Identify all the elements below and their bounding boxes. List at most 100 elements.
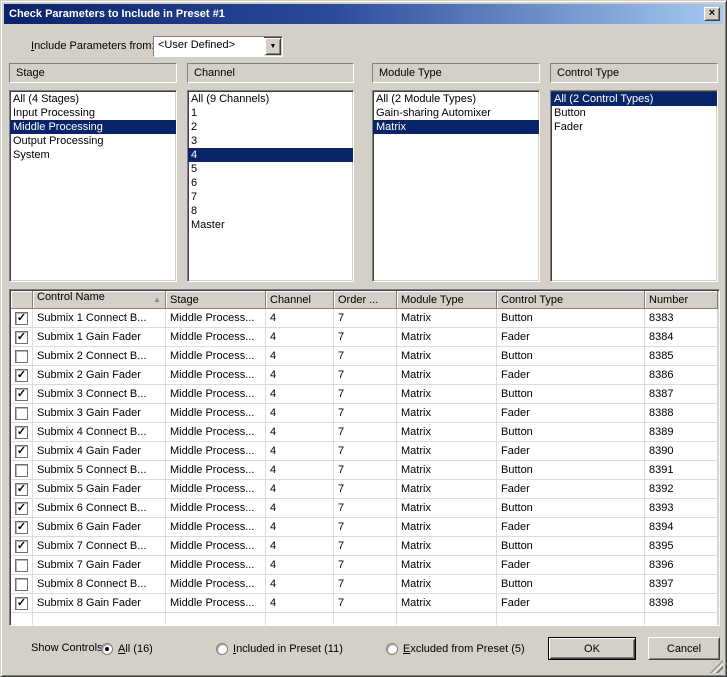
table-row[interactable]: Submix 8 Connect B... Middle Process... 4 7… xyxy=(11,575,718,594)
checkbox-unchecked-icon[interactable] xyxy=(15,577,28,591)
checkbox-cell[interactable]: ✓ xyxy=(11,518,33,537)
table-cell: Button xyxy=(497,385,645,404)
radio-included-in-preset[interactable]: Included in Preset (11) xyxy=(216,637,343,660)
checkbox-checked-icon[interactable]: ✓ xyxy=(15,596,28,610)
table-row[interactable]: ✓ Submix 7 Connect B... Middle Process... 4… xyxy=(11,537,718,556)
close-button[interactable]: × xyxy=(704,7,720,21)
column-header-control-name[interactable]: ▲ Control Name xyxy=(33,291,166,309)
list-item[interactable]: All (4 Stages) xyxy=(10,92,176,106)
checkbox-cell[interactable]: ✓ xyxy=(11,442,33,461)
checkbox-cell[interactable] xyxy=(11,461,33,480)
checkbox-checked-icon[interactable]: ✓ xyxy=(15,444,28,458)
list-item[interactable]: 6 xyxy=(188,176,353,190)
checkbox-cell[interactable]: ✓ xyxy=(11,423,33,442)
checkbox-checked-icon[interactable]: ✓ xyxy=(15,311,28,325)
table-row[interactable]: ✓ Submix 4 Gain Fader Middle Process... 4 7 M… xyxy=(11,442,718,461)
list-item[interactable]: 2 xyxy=(188,120,353,134)
table-cell: Fader xyxy=(497,404,645,423)
checkbox-unchecked-icon[interactable] xyxy=(15,406,28,420)
table-row[interactable]: ✓ Submix 6 Gain Fader Middle Process... 4 7 M… xyxy=(11,518,718,537)
checkbox-checked-icon[interactable]: ✓ xyxy=(15,387,28,401)
checkbox-unchecked-icon[interactable] xyxy=(15,558,28,572)
list-item[interactable]: 8 xyxy=(188,204,353,218)
checkbox-cell[interactable] xyxy=(11,347,33,366)
checkbox-unchecked-icon[interactable] xyxy=(15,463,28,477)
table-row[interactable]: Submix 2 Connect B... Middle Process... 4 7… xyxy=(11,347,718,366)
module-type-listbox[interactable]: All (2 Module Types) Gain-sharing Automix… xyxy=(372,90,540,282)
column-header-number[interactable]: Number xyxy=(645,291,718,309)
table-cell: Matrix xyxy=(397,575,497,594)
control-type-listbox[interactable]: All (2 Control Types) Button Fader xyxy=(550,90,718,282)
radio-button-icon[interactable] xyxy=(216,642,228,655)
radio-all[interactable]: All (16) xyxy=(101,637,153,660)
list-item[interactable]: System xyxy=(10,148,176,162)
table-row[interactable]: ✓ Submix 8 Gain Fader Middle Process... 4 7 M… xyxy=(11,594,718,613)
table-row[interactable]: ✓ Submix 4 Connect B... Middle Process... 4… xyxy=(11,423,718,442)
checkbox-cell[interactable] xyxy=(11,575,33,594)
checkbox-cell[interactable] xyxy=(11,404,33,423)
checkbox-cell[interactable]: ✓ xyxy=(11,480,33,499)
list-item[interactable]: Matrix xyxy=(373,120,539,134)
column-header-control-type[interactable]: Control Type xyxy=(497,291,645,309)
list-item[interactable]: Input Processing xyxy=(10,106,176,120)
stage-listbox[interactable]: All (4 Stages) Input Processing Middle Pro… xyxy=(9,90,177,282)
checkbox-checked-icon[interactable]: ✓ xyxy=(15,539,28,553)
table-row[interactable]: ✓ Submix 3 Connect B... Middle Process... 4… xyxy=(11,385,718,404)
list-item[interactable]: Gain-sharing Automixer xyxy=(373,106,539,120)
checkbox-checked-icon[interactable]: ✓ xyxy=(15,520,28,534)
radio-button-icon[interactable] xyxy=(101,642,113,655)
list-item[interactable]: All (2 Module Types) xyxy=(373,92,539,106)
table-row[interactable]: Submix 3 Gain Fader Middle Process... 4 7 Ma… xyxy=(11,404,718,423)
list-item[interactable]: Master xyxy=(188,218,353,232)
list-item[interactable]: 7 xyxy=(188,190,353,204)
list-item[interactable]: All (9 Channels) xyxy=(188,92,353,106)
checkbox-cell[interactable]: ✓ xyxy=(11,537,33,556)
list-item[interactable]: 3 xyxy=(188,134,353,148)
column-header-order[interactable]: Order ... xyxy=(334,291,397,309)
checkbox-cell[interactable]: ✓ xyxy=(11,366,33,385)
checkbox-checked-icon[interactable]: ✓ xyxy=(15,330,28,344)
checkbox-cell[interactable]: ✓ xyxy=(11,309,33,328)
checkbox-cell[interactable]: ✓ xyxy=(11,499,33,518)
checkbox-cell[interactable]: ✓ xyxy=(11,594,33,613)
checkbox-cell[interactable] xyxy=(11,556,33,575)
table-row[interactable]: Submix 5 Connect B... Middle Process... 4 7… xyxy=(11,461,718,480)
radio-excluded-from-preset[interactable]: Excluded from Preset (5) xyxy=(386,637,525,660)
cancel-button[interactable]: Cancel xyxy=(648,637,720,660)
table-row[interactable]: Submix 7 Gain Fader Middle Process... 4 7 Ma… xyxy=(11,556,718,575)
checkbox-checked-icon[interactable]: ✓ xyxy=(15,501,28,515)
channel-listbox[interactable]: All (9 Channels) 1 2 3 4 5 6 7 8 Master xyxy=(187,90,354,282)
checkbox-cell[interactable]: ✓ xyxy=(11,385,33,404)
checkbox-unchecked-icon[interactable] xyxy=(15,349,28,363)
resize-grip[interactable] xyxy=(710,660,723,673)
column-header-module-type[interactable]: Module Type xyxy=(397,291,497,309)
dropdown-button[interactable]: ▼ xyxy=(265,38,281,55)
list-item[interactable]: Fader xyxy=(551,120,717,134)
titlebar[interactable]: Check Parameters to Include in Preset #1… xyxy=(4,4,723,24)
radio-button-icon[interactable] xyxy=(386,642,398,655)
table-row[interactable]: ✓ Submix 2 Gain Fader Middle Process... 4 7 M… xyxy=(11,366,718,385)
list-item[interactable]: 5 xyxy=(188,162,353,176)
table-cell: 7 xyxy=(334,385,397,404)
ok-button[interactable]: OK xyxy=(548,637,636,660)
list-item[interactable]: 1 xyxy=(188,106,353,120)
table-row[interactable]: ✓ Submix 1 Connect B... Middle Process... 4… xyxy=(11,309,718,328)
list-item[interactable]: Button xyxy=(551,106,717,120)
column-header-checkbox[interactable] xyxy=(11,291,33,309)
column-header-stage[interactable]: Stage xyxy=(166,291,266,309)
checkbox-checked-icon[interactable]: ✓ xyxy=(15,368,28,382)
table-row[interactable]: ✓ Submix 6 Connect B... Middle Process... 4… xyxy=(11,499,718,518)
table-cell: 8383 xyxy=(645,309,718,328)
checkbox-checked-icon[interactable]: ✓ xyxy=(15,482,28,496)
list-item[interactable]: Middle Processing xyxy=(10,120,176,134)
table-row[interactable]: ✓ Submix 1 Gain Fader Middle Process... 4 7 M… xyxy=(11,328,718,347)
column-header-channel[interactable]: Channel xyxy=(266,291,334,309)
include-from-combobox[interactable]: <User Defined> ▼ xyxy=(153,36,283,57)
checkbox-cell[interactable]: ✓ xyxy=(11,328,33,347)
checkbox-checked-icon[interactable]: ✓ xyxy=(15,425,28,439)
list-item[interactable]: 4 xyxy=(188,148,353,162)
list-item[interactable]: Output Processing xyxy=(10,134,176,148)
list-item[interactable]: All (2 Control Types) xyxy=(551,92,717,106)
stage-filter-label: Stage xyxy=(9,63,177,83)
table-row[interactable]: ✓ Submix 5 Gain Fader Middle Process... 4 7 M… xyxy=(11,480,718,499)
